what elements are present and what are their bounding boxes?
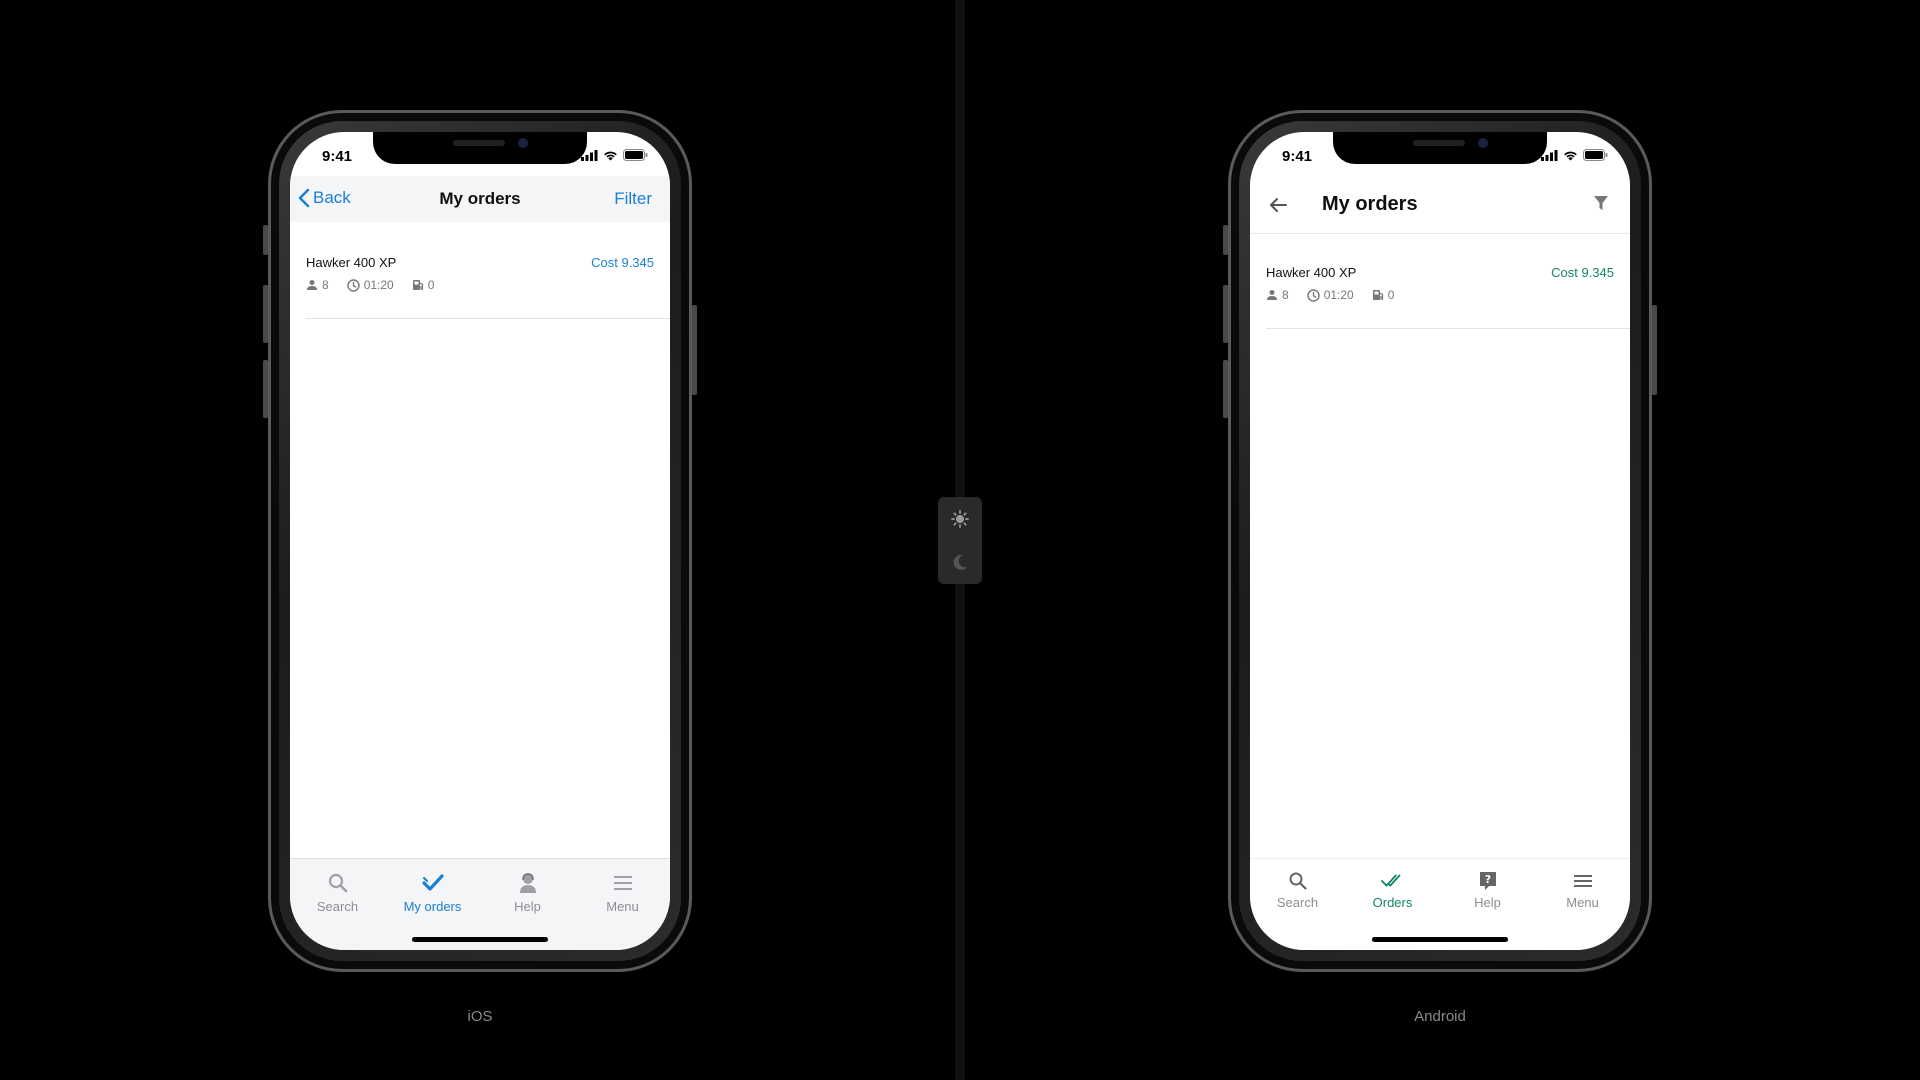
tab-label: Search bbox=[1276, 895, 1319, 910]
page-title: My orders bbox=[1322, 193, 1418, 215]
tab-help[interactable]: Help bbox=[480, 859, 575, 919]
tab-orders[interactable]: Orders bbox=[1345, 859, 1440, 919]
wifi-icon bbox=[604, 151, 617, 160]
ios-screen: 9:41 Back My orders Filter Hawker 400 XP… bbox=[290, 132, 670, 950]
android-screen: 9:41 My orders Hawker 400 XP Cost 9.345 bbox=[1250, 132, 1630, 950]
search-icon bbox=[1289, 872, 1307, 890]
tab-search[interactable]: Search bbox=[1250, 859, 1345, 919]
order-item[interactable]: Hawker 400 XP Cost 9.345 8 01:20 0 bbox=[306, 247, 670, 319]
tab-search[interactable]: Search bbox=[290, 859, 385, 919]
mute-switch bbox=[1223, 225, 1228, 255]
notch bbox=[373, 132, 587, 164]
order-aircraft-name: Hawker 400 XP bbox=[306, 255, 397, 270]
order-meta: 8 01:20 0 bbox=[306, 278, 452, 292]
volume-up-button bbox=[1223, 285, 1228, 343]
search-icon bbox=[328, 873, 347, 893]
order-cost: Cost 9.345 bbox=[1551, 265, 1614, 280]
ios-phone: 9:41 Back My orders Filter Hawker 400 XP… bbox=[263, 110, 697, 972]
dark-mode-button[interactable] bbox=[948, 550, 972, 574]
clock-icon bbox=[1306, 288, 1320, 302]
arrow-left-icon bbox=[1270, 198, 1287, 212]
tab-menu[interactable]: Menu bbox=[575, 859, 670, 919]
fuel-icon bbox=[1372, 290, 1383, 300]
menu-icon bbox=[613, 876, 632, 890]
person-icon bbox=[519, 873, 536, 893]
tab-label: Search bbox=[316, 899, 359, 914]
order-item[interactable]: Hawker 400 XP Cost 9.345 8 01:20 0 bbox=[1266, 257, 1630, 329]
tab-bar: Search My orders Help Menu bbox=[290, 858, 670, 950]
app-bar: My orders bbox=[1250, 176, 1630, 234]
tab-help[interactable]: ? Help bbox=[1440, 859, 1535, 919]
filter-icon bbox=[1594, 196, 1608, 210]
notch bbox=[1333, 132, 1547, 164]
tab-label: Help bbox=[1474, 895, 1501, 910]
tab-label: Menu bbox=[1566, 895, 1599, 910]
filter-button[interactable] bbox=[1592, 194, 1612, 214]
tab-label: Orders bbox=[1372, 895, 1413, 910]
flight-duration: 01:20 bbox=[1323, 288, 1354, 302]
tab-my-orders[interactable]: My orders bbox=[385, 859, 480, 919]
power-button bbox=[692, 305, 697, 395]
tab-menu[interactable]: Menu bbox=[1535, 859, 1630, 919]
tab-label: Menu bbox=[606, 899, 639, 914]
battery-icon bbox=[623, 149, 648, 161]
passenger-icon bbox=[1267, 290, 1277, 300]
fuel-stops: 0 bbox=[1387, 288, 1395, 302]
battery-icon bbox=[1583, 149, 1608, 161]
passenger-count: 8 bbox=[322, 278, 329, 292]
clock-icon bbox=[346, 278, 360, 292]
theme-toggle bbox=[938, 497, 982, 584]
flight-duration: 01:20 bbox=[363, 278, 394, 292]
tab-label: Help bbox=[514, 899, 541, 914]
page-title: My orders bbox=[439, 189, 521, 208]
status-time: 9:41 bbox=[1282, 148, 1313, 165]
passenger-icon bbox=[307, 280, 317, 290]
fuel-icon bbox=[412, 280, 423, 290]
double-check-icon bbox=[1380, 874, 1400, 887]
passenger-count: 8 bbox=[1282, 288, 1289, 302]
order-aircraft-name: Hawker 400 XP bbox=[1266, 265, 1357, 280]
back-button[interactable] bbox=[1266, 193, 1290, 217]
wifi-icon bbox=[1564, 151, 1577, 160]
volume-up-button bbox=[263, 285, 268, 343]
order-cost: Cost 9.345 bbox=[591, 255, 654, 270]
home-indicator bbox=[1372, 937, 1508, 942]
mute-switch bbox=[263, 225, 268, 255]
order-meta: 8 01:20 0 bbox=[1266, 288, 1412, 302]
light-mode-button[interactable] bbox=[948, 507, 972, 531]
power-button bbox=[1652, 305, 1657, 395]
android-label: Android bbox=[1414, 1008, 1466, 1025]
ios-label: iOS bbox=[467, 1008, 493, 1025]
status-time: 9:41 bbox=[322, 148, 353, 165]
filter-button[interactable]: Filter bbox=[614, 189, 652, 209]
volume-down-button bbox=[263, 360, 268, 418]
sun-icon bbox=[951, 510, 969, 528]
menu-icon bbox=[1573, 875, 1592, 887]
moon-icon bbox=[953, 554, 967, 570]
android-phone: 9:41 My orders Hawker 400 XP Cost 9.345 bbox=[1223, 110, 1657, 972]
check-icon bbox=[421, 874, 444, 891]
help-icon: ? bbox=[1479, 872, 1496, 890]
navigation-bar: Back My orders Filter bbox=[290, 176, 670, 222]
svg-text:?: ? bbox=[1484, 873, 1490, 886]
home-indicator bbox=[412, 937, 548, 942]
tab-label: My orders bbox=[403, 899, 462, 914]
fuel-stops: 0 bbox=[427, 278, 435, 292]
volume-down-button bbox=[1223, 360, 1228, 418]
bottom-navigation: Search Orders ? Help Menu bbox=[1250, 858, 1630, 950]
